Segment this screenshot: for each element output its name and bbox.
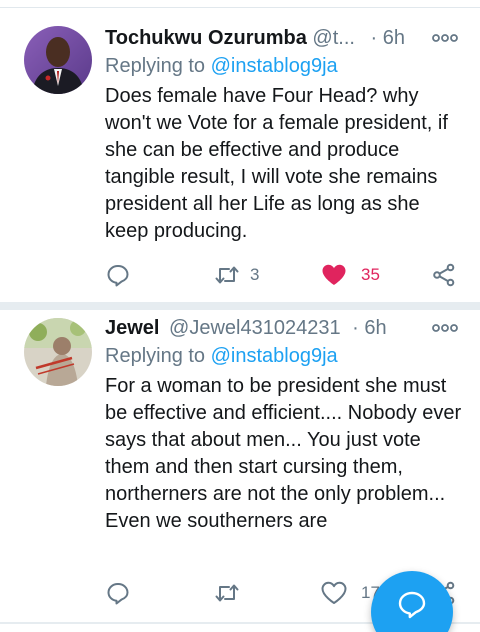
author-name[interactable]: Jewel xyxy=(105,317,159,339)
timestamp[interactable]: 6h xyxy=(364,317,386,339)
avatar[interactable] xyxy=(24,26,92,94)
author-name[interactable]: Tochukwu Ozurumba xyxy=(105,27,307,49)
tweet-header: Tochukwu Ozurumba @t... · 6h xyxy=(105,24,465,52)
tweet-1[interactable]: Tochukwu Ozurumba @t... · 6h Replying to… xyxy=(0,0,480,302)
reply-button[interactable] xyxy=(106,260,130,290)
more-options-icon xyxy=(432,324,458,332)
separator-dot: · xyxy=(352,317,359,339)
retweet-icon xyxy=(215,266,239,284)
more-options-icon xyxy=(432,34,458,42)
replying-to: Replying to @instablog9ja xyxy=(105,53,465,80)
tweet-content: Jewel @Jewel431024231 · 6h Replying to @… xyxy=(105,314,465,535)
heart-icon xyxy=(322,264,346,285)
replying-to-label: Replying to xyxy=(105,55,211,77)
timeline-screen: Tochukwu Ozurumba @t... · 6h Replying to… xyxy=(0,0,480,632)
tweet-text: Does female have Four Head? why won't we… xyxy=(105,85,448,242)
like-button[interactable]: 35 xyxy=(321,260,380,290)
share-button[interactable] xyxy=(432,260,456,290)
mention-link[interactable]: @instablog9ja xyxy=(211,345,338,367)
author-handle[interactable]: @Jewel431024231 xyxy=(169,317,341,339)
tweet-content: Tochukwu Ozurumba @t... · 6h Replying to… xyxy=(105,24,465,245)
compose-reply-icon xyxy=(398,591,426,619)
tweet-header: Jewel @Jewel431024231 · 6h xyxy=(105,314,465,342)
retweet-button[interactable]: 3 xyxy=(214,260,259,290)
avatar[interactable] xyxy=(24,318,92,386)
heart-icon xyxy=(321,581,347,604)
replying-to-label: Replying to xyxy=(105,345,211,367)
more-options-button[interactable] xyxy=(430,28,460,48)
tweet-divider xyxy=(0,302,480,310)
retweet-icon xyxy=(215,584,239,602)
avatar-image xyxy=(24,26,92,94)
more-options-button[interactable] xyxy=(430,318,460,338)
tweet-text: For a woman to be president she must be … xyxy=(105,375,462,532)
reply-icon xyxy=(107,265,129,287)
avatar-image xyxy=(24,318,92,386)
timestamp[interactable]: 6h xyxy=(383,27,405,49)
reply-button[interactable] xyxy=(106,578,130,608)
reply-icon xyxy=(107,583,129,605)
retweet-button[interactable] xyxy=(214,578,250,608)
retweet-count: 3 xyxy=(250,265,260,284)
author-handle[interactable]: @t... xyxy=(312,27,355,49)
like-count: 35 xyxy=(361,265,380,284)
share-icon xyxy=(433,263,455,287)
separator-dot: · xyxy=(370,27,378,49)
replying-to: Replying to @instablog9ja xyxy=(105,343,465,370)
tweet-actions: 3 35 xyxy=(0,260,480,290)
mention-link[interactable]: @instablog9ja xyxy=(211,55,338,77)
